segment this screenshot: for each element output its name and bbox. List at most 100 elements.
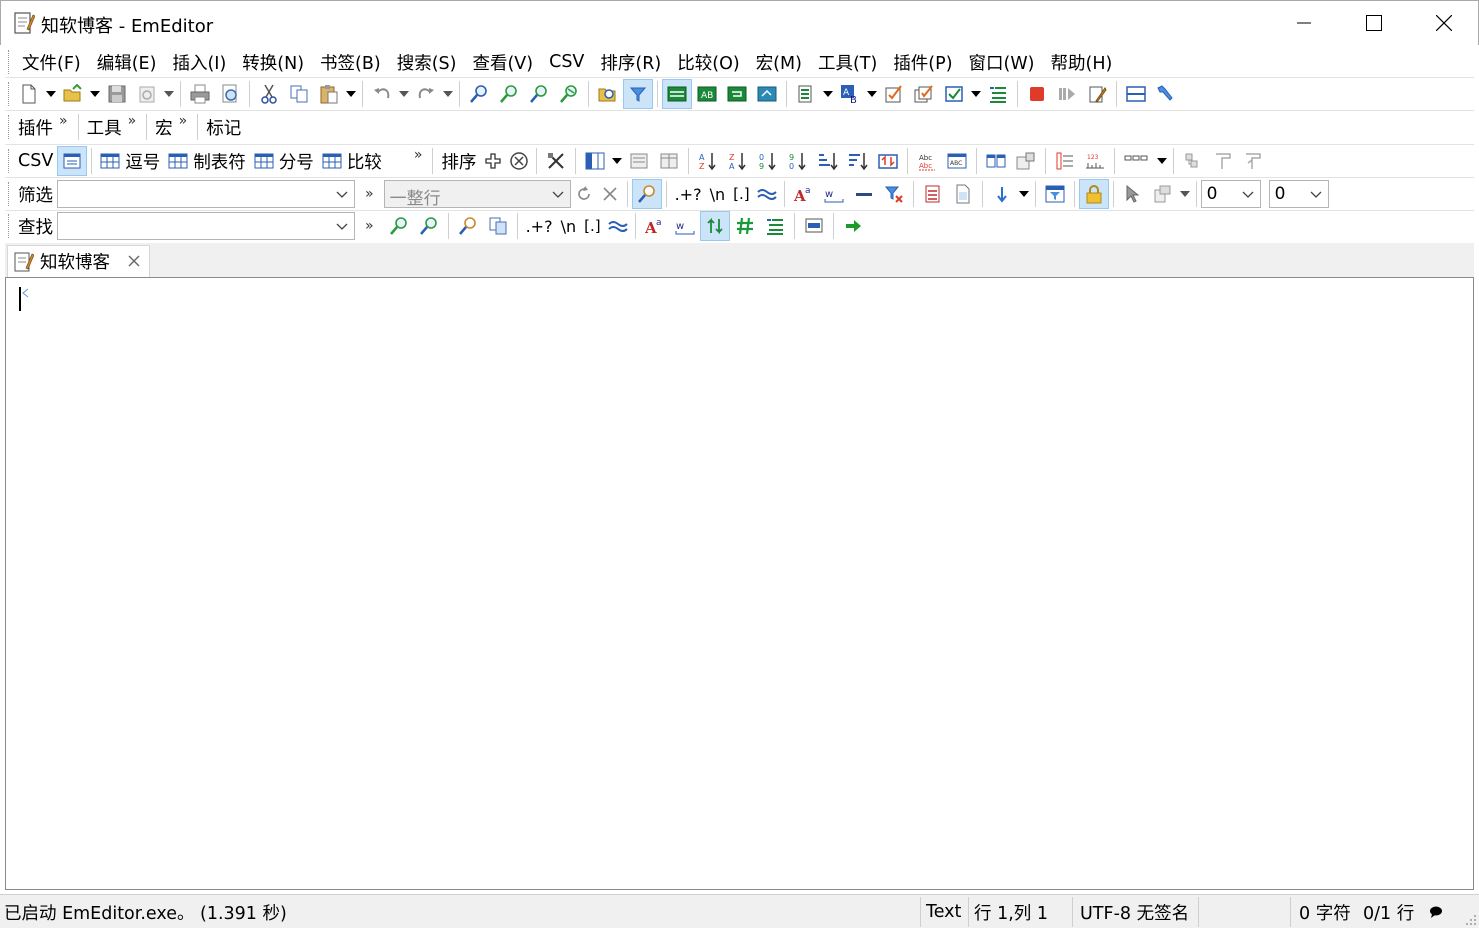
wrap-indent-2-button[interactable] bbox=[1238, 146, 1268, 176]
spell-check-button[interactable]: Abc Abc bbox=[912, 146, 942, 176]
menu-insert[interactable]: 插入(I) bbox=[164, 50, 234, 75]
sort-z-a-button[interactable]: ZA bbox=[723, 146, 753, 176]
status-encoding[interactable]: UTF-8 无签名 bbox=[1080, 895, 1189, 928]
sort-0-9-button[interactable]: 09 bbox=[753, 146, 783, 176]
menu-tools[interactable]: 工具(T) bbox=[810, 50, 885, 75]
wrap-indent-button[interactable] bbox=[1208, 146, 1238, 176]
find-dialog-button[interactable] bbox=[453, 211, 483, 241]
csv-chevron-icon[interactable]: » bbox=[412, 147, 429, 163]
run-macro-button[interactable] bbox=[1052, 79, 1082, 109]
paste-button[interactable] bbox=[314, 79, 344, 109]
paste-dropdown[interactable] bbox=[344, 79, 358, 109]
toolbar-grip[interactable] bbox=[8, 115, 11, 139]
save-all-button[interactable] bbox=[132, 79, 162, 109]
find-chevron-icon[interactable]: » bbox=[355, 218, 384, 234]
filter-input[interactable] bbox=[57, 180, 355, 208]
status-position[interactable]: 行 1,列 1 bbox=[974, 895, 1048, 928]
find-whole-word-button[interactable]: w bbox=[670, 211, 700, 241]
ruler-numbers-button[interactable]: 123 bbox=[1080, 146, 1110, 176]
tools-chevron-icon[interactable]: » bbox=[126, 113, 143, 129]
stop-macro-button[interactable] bbox=[1022, 79, 1052, 109]
column-select-dropdown[interactable] bbox=[610, 146, 624, 176]
find-match-case-button[interactable]: Aa bbox=[640, 211, 670, 241]
filter-next-button[interactable] bbox=[987, 179, 1017, 209]
filter-approx-button[interactable] bbox=[754, 179, 780, 209]
line-numbers-button[interactable] bbox=[1050, 146, 1080, 176]
maximize-button[interactable] bbox=[1339, 1, 1409, 45]
wrap-by-window-button[interactable] bbox=[722, 79, 752, 109]
column-tools-button[interactable] bbox=[541, 146, 571, 176]
filter-clear-button[interactable] bbox=[597, 179, 623, 209]
plugins-band-label[interactable]: 插件 bbox=[14, 115, 57, 140]
find-in-files-button[interactable] bbox=[593, 79, 623, 109]
find-go-button[interactable] bbox=[838, 211, 868, 241]
filter-search-button[interactable] bbox=[631, 179, 662, 209]
filter-next-dropdown[interactable] bbox=[1017, 179, 1031, 209]
find-all-button[interactable] bbox=[483, 211, 513, 241]
csv-compare-button[interactable]: 比较 bbox=[318, 146, 386, 176]
plugins-chevron-icon[interactable]: » bbox=[57, 113, 74, 129]
find-regex-button[interactable]: .+? bbox=[522, 211, 557, 241]
toolbar-grip[interactable] bbox=[8, 214, 11, 238]
find-bracket-button[interactable]: [.] bbox=[580, 211, 604, 241]
filter-regex-button[interactable]: .+? bbox=[671, 179, 706, 209]
save-button[interactable] bbox=[102, 79, 132, 109]
lines-before-select[interactable]: 0 bbox=[1200, 180, 1261, 208]
sort-9-0-button[interactable]: 90 bbox=[783, 146, 813, 176]
menu-macros[interactable]: 宏(M) bbox=[748, 50, 810, 75]
sort-short-long-button[interactable] bbox=[813, 146, 843, 176]
filter-bracket-button[interactable]: [.] bbox=[729, 179, 753, 209]
indent-guides-button[interactable] bbox=[1178, 146, 1208, 176]
tools-band-label[interactable]: 工具 bbox=[83, 115, 126, 140]
combine-columns-button[interactable] bbox=[624, 146, 654, 176]
menu-help[interactable]: 帮助(H) bbox=[1043, 50, 1121, 75]
undo-dropdown[interactable] bbox=[397, 79, 411, 109]
filter-chevron-icon[interactable]: » bbox=[355, 186, 384, 202]
split-window-button[interactable] bbox=[1121, 79, 1151, 109]
find-highlight-button[interactable] bbox=[730, 211, 760, 241]
close-button[interactable] bbox=[1409, 1, 1479, 45]
csv-semicolon-button[interactable]: 分号 bbox=[250, 146, 318, 176]
wrap-by-chars-button[interactable]: AB bbox=[692, 79, 722, 109]
customize-button[interactable] bbox=[879, 79, 909, 109]
font-dropdown[interactable] bbox=[865, 79, 879, 109]
cut-button[interactable] bbox=[254, 79, 284, 109]
edit-macro-button[interactable] bbox=[1082, 79, 1112, 109]
filter-remove-button[interactable] bbox=[879, 179, 909, 209]
font-button[interactable]: AB bbox=[835, 79, 865, 109]
tab-close-icon[interactable] bbox=[127, 254, 141, 268]
wrap-none-button[interactable] bbox=[662, 79, 692, 109]
toolbar-grip[interactable] bbox=[8, 182, 11, 206]
filter-negative-button[interactable] bbox=[849, 179, 879, 209]
check-button[interactable] bbox=[939, 79, 969, 109]
macros-band-label[interactable]: 宏 bbox=[151, 115, 177, 140]
replace-button[interactable] bbox=[554, 79, 584, 109]
toolbar-grip[interactable] bbox=[8, 82, 11, 106]
column-select-button[interactable] bbox=[580, 146, 610, 176]
sort-add-button[interactable] bbox=[480, 146, 506, 176]
configuration-dropdown[interactable] bbox=[821, 79, 835, 109]
sort-long-short-button[interactable] bbox=[843, 146, 873, 176]
filter-match-case-button[interactable]: Aa bbox=[789, 179, 819, 209]
csv-tab-button[interactable]: 制表符 bbox=[164, 146, 250, 176]
save-dropdown[interactable] bbox=[162, 79, 176, 109]
lock-filter-button[interactable] bbox=[1078, 179, 1109, 209]
filter-scope-select[interactable]: 一整行 bbox=[383, 180, 571, 209]
filter-button[interactable] bbox=[623, 79, 653, 109]
filter-refresh-button[interactable] bbox=[571, 179, 597, 209]
menu-window[interactable]: 窗口(W) bbox=[961, 50, 1043, 75]
filter-extract-button[interactable] bbox=[918, 179, 948, 209]
find-in-selection-button[interactable] bbox=[799, 211, 829, 241]
find-approx-button[interactable] bbox=[605, 211, 631, 241]
find-button[interactable] bbox=[464, 79, 494, 109]
redo-dropdown[interactable] bbox=[441, 79, 455, 109]
find-input[interactable] bbox=[57, 212, 355, 240]
configuration-button[interactable] bbox=[791, 79, 821, 109]
find-previous-button[interactable] bbox=[524, 79, 554, 109]
copy-matches-dropdown[interactable] bbox=[1178, 179, 1192, 209]
narrow-column-button[interactable] bbox=[981, 146, 1011, 176]
menu-view[interactable]: 查看(V) bbox=[464, 50, 541, 75]
new-button[interactable] bbox=[14, 79, 44, 109]
menu-search[interactable]: 搜索(S) bbox=[389, 50, 465, 75]
sort-options-button[interactable] bbox=[506, 146, 532, 176]
